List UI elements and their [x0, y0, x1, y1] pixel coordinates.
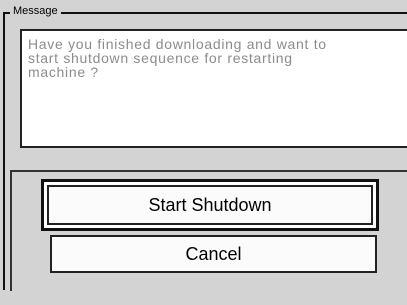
message-box: Have you finished downloading and want t… [20, 29, 407, 148]
bottom-area [10, 291, 407, 305]
message-legend: Message [10, 4, 61, 18]
cancel-label: Cancel [185, 244, 242, 264]
start-shutdown-label: Start Shutdown [148, 195, 272, 215]
message-text: Have you finished downloading and want t… [28, 36, 327, 80]
start-shutdown-button[interactable]: Start Shutdown [41, 179, 379, 231]
cancel-button[interactable]: Cancel [50, 235, 377, 273]
